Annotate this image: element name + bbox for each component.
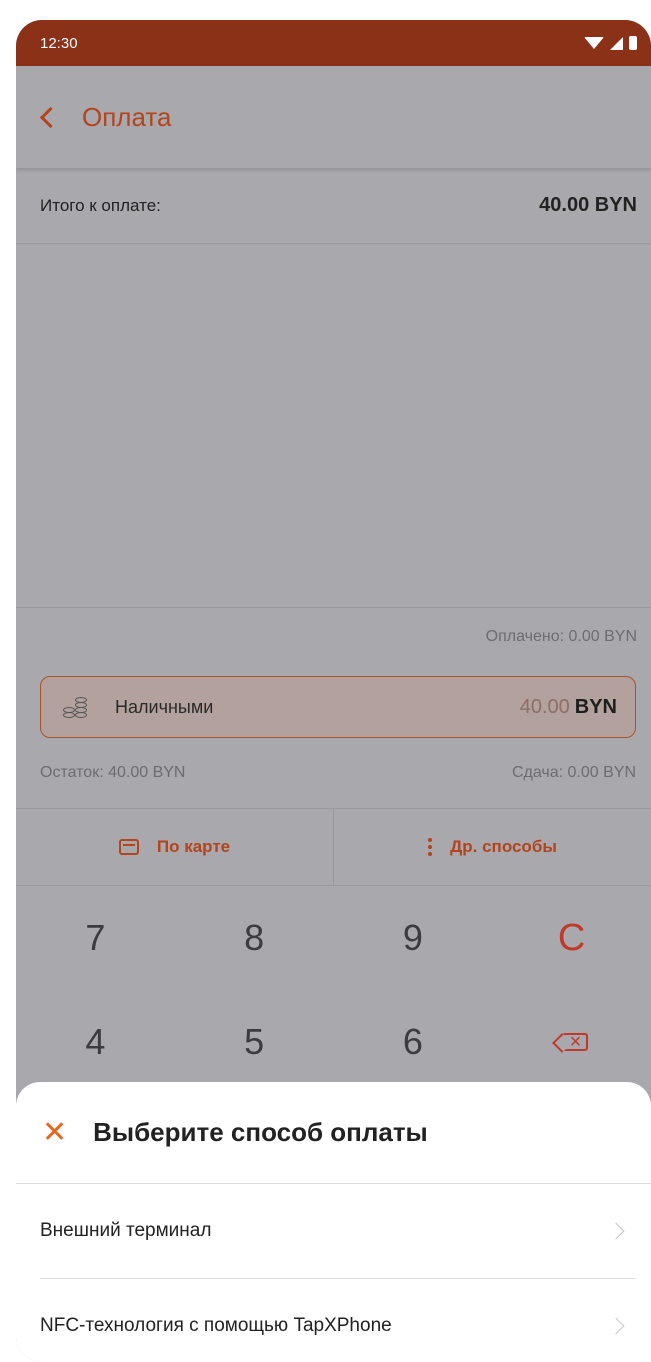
total-value: 40.00 BYN xyxy=(539,194,637,216)
cash-payment-field[interactable]: Наличными 40.00 BYN xyxy=(40,676,636,738)
cash-amount: 40.00 xyxy=(519,695,570,718)
payment-method-sheet: ✕ Выберите способ оплаты Внешний термина… xyxy=(16,1082,651,1362)
more-vertical-icon xyxy=(428,838,433,856)
payments-list-area xyxy=(16,244,651,608)
total-row: Итого к оплате: 40.00 BYN xyxy=(16,168,651,244)
cash-label: Наличными xyxy=(115,696,214,717)
wifi-icon xyxy=(584,37,604,49)
change-amount: Сдача: 0.00 BYN xyxy=(511,764,636,781)
backspace-icon xyxy=(561,1031,588,1054)
option-label: NFC-технология с помощью TapXPhone xyxy=(40,1314,392,1336)
balance-row: Остаток: 40.00 BYN Сдача: 0.00 BYN xyxy=(40,764,636,782)
back-arrow-icon[interactable] xyxy=(38,105,58,129)
remaining-amount: Остаток: 40.00 BYN xyxy=(40,764,186,781)
cash-currency: BYN xyxy=(574,695,617,718)
pay-by-card-label: По карте xyxy=(156,837,231,856)
battery-icon xyxy=(629,36,637,50)
total-label: Итого к оплате: xyxy=(40,195,161,215)
coins-icon xyxy=(63,693,91,721)
sheet-title: Выберите способ оплаты xyxy=(93,1117,428,1147)
status-icons xyxy=(584,36,637,50)
sheet-header: ✕ Выберите способ оплаты xyxy=(16,1082,651,1184)
app-bar: Оплата xyxy=(16,66,651,168)
key-4[interactable]: 4 xyxy=(16,990,175,1094)
key-8[interactable]: 8 xyxy=(175,886,334,990)
key-5[interactable]: 5 xyxy=(175,990,334,1094)
external-terminal-option[interactable]: Внешний терминал xyxy=(40,1184,636,1278)
other-methods-label: Др. способы xyxy=(450,837,557,856)
key-7[interactable]: 7 xyxy=(16,886,175,990)
key-9[interactable]: 9 xyxy=(334,886,493,990)
credit-card-icon xyxy=(118,839,139,855)
page-title: Оплата xyxy=(82,101,172,132)
phone-screen: 12:30 Оплата Итого к оплате: 40.00 BYN О… xyxy=(16,20,651,1362)
option-label: Внешний терминал xyxy=(40,1220,212,1241)
paid-amount: Оплачено: 0.00 BYN xyxy=(485,628,637,645)
status-bar: 12:30 xyxy=(16,20,651,66)
nfc-tapxphone-option[interactable]: NFC-технология с помощью TapXPhone xyxy=(40,1278,636,1362)
other-methods-button[interactable]: Др. способы xyxy=(333,809,651,885)
payment-methods-row: По карте Др. способы xyxy=(16,808,651,886)
signal-icon xyxy=(610,36,623,50)
clear-key[interactable]: C xyxy=(492,886,651,990)
backspace-key[interactable] xyxy=(492,990,651,1094)
pay-by-card-button[interactable]: По карте xyxy=(16,809,333,885)
chevron-right-icon xyxy=(607,1317,625,1334)
chevron-right-icon xyxy=(607,1222,625,1240)
keypad: 7 8 9 C 4 5 6 xyxy=(16,886,651,1094)
close-icon[interactable]: ✕ xyxy=(42,1117,67,1148)
status-time: 12:30 xyxy=(40,34,78,52)
key-6[interactable]: 6 xyxy=(334,990,493,1094)
